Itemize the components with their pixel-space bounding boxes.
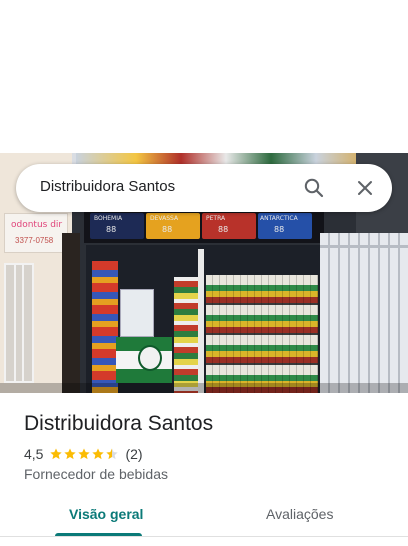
star-full-icon [50, 448, 63, 460]
review-count[interactable]: (2) [125, 446, 142, 462]
photo-left-door [4, 263, 34, 383]
rating-stars [49, 447, 119, 461]
search-query-text[interactable]: Distribuidora Santos [40, 178, 175, 195]
brand-label-1: BOHEMIA [94, 215, 123, 222]
star-full-icon [92, 448, 105, 460]
photo-fridge [120, 289, 154, 337]
tabs-divider [0, 536, 408, 537]
tab-reviews[interactable]: Avaliações [266, 506, 333, 522]
blank-header-area [0, 0, 408, 153]
brand-price-3: 88 [218, 225, 229, 234]
photo-metal-gate [320, 233, 408, 393]
photo-team-flag [116, 337, 172, 383]
photo-left-sign-text: odontus dir [11, 220, 63, 230]
star-full-icon [78, 448, 91, 460]
photo-door-frame [198, 249, 204, 393]
place-tabs: Visão geral Avaliações [0, 500, 408, 540]
photo-shelf-right [206, 275, 318, 393]
photo-left-sign-phone: 3377-0758 [15, 236, 54, 245]
rating-value: 4,5 [24, 446, 44, 462]
brand-label-2: DEVASSA [150, 215, 179, 222]
tab-overview[interactable]: Visão geral [69, 506, 143, 522]
photo-pillar [62, 233, 80, 393]
brand-label-3: PETRA [206, 215, 226, 222]
brand-price-2: 88 [162, 225, 173, 234]
brand-price-1: 88 [106, 225, 117, 234]
close-icon[interactable] [353, 176, 377, 200]
photo-beer-banner: BOHEMIA DEVASSA PETRA ANTARCTICA 88 88 8… [84, 209, 324, 243]
photo-bottom-shadow [0, 383, 408, 393]
photo-shelf-left [174, 277, 198, 393]
photo-left-sign: odontus dir 3377-0758 [4, 213, 68, 253]
place-name: Distribuidora Santos [24, 412, 214, 435]
search-bar[interactable]: Distribuidora Santos [16, 164, 392, 212]
photo-crate-stack [92, 261, 118, 393]
star-half-icon [106, 448, 119, 460]
brand-price-4: 88 [274, 225, 285, 234]
search-icon[interactable] [302, 176, 326, 200]
star-full-icon [64, 448, 77, 460]
place-category: Fornecedor de bebidas [24, 466, 168, 482]
brand-label-4: ANTARCTICA [260, 215, 298, 222]
rating-row[interactable]: 4,5 (2) [24, 446, 143, 462]
